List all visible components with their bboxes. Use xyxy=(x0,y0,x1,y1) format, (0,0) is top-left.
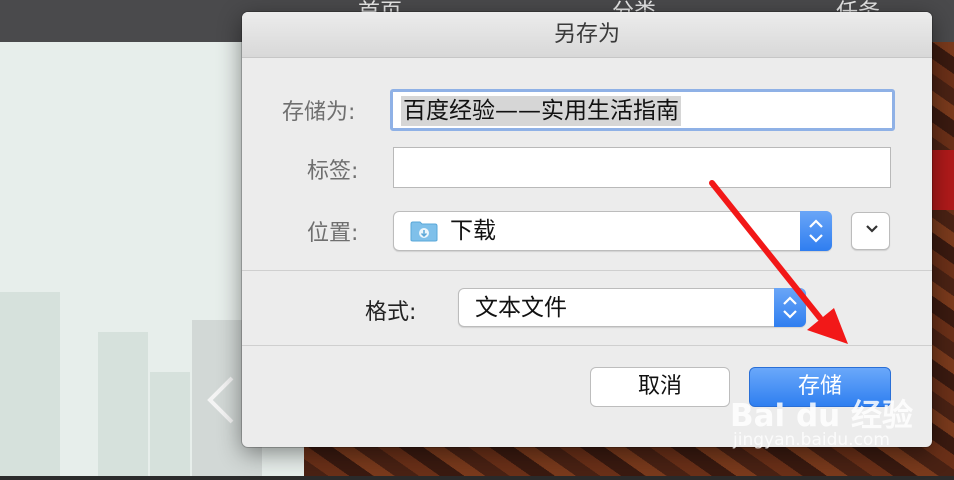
location-value: 下载 xyxy=(450,218,496,244)
separator xyxy=(242,345,932,346)
folder-icon xyxy=(410,221,438,242)
format-select[interactable]: 文本文件 xyxy=(458,288,806,327)
location-label: 位置: xyxy=(307,221,359,246)
chevron-down-icon xyxy=(866,225,878,233)
tags-input[interactable] xyxy=(393,147,891,188)
dialog-title: 另存为 xyxy=(242,12,932,58)
save-dialog: 另存为 存储为: 百度经验——实用生活指南 标签: 位置: 下载 格式: 文本文… xyxy=(242,12,932,447)
format-value: 文本文件 xyxy=(475,295,567,321)
expand-dialog-button[interactable] xyxy=(851,212,890,250)
separator xyxy=(242,270,932,271)
save-as-input[interactable]: 百度经验——实用生活指南 xyxy=(390,89,895,131)
format-stepper-icon[interactable] xyxy=(774,288,806,327)
save-as-value: 百度经验——实用生活指南 xyxy=(401,96,681,126)
location-select[interactable]: 下载 xyxy=(393,211,832,251)
cancel-button[interactable]: 取消 xyxy=(590,367,730,407)
location-stepper-icon[interactable] xyxy=(800,211,832,251)
tags-label: 标签: xyxy=(307,159,359,184)
save-as-label: 存储为: xyxy=(282,100,356,125)
format-label: 格式: xyxy=(365,300,417,325)
save-button[interactable]: 存储 xyxy=(749,367,891,407)
